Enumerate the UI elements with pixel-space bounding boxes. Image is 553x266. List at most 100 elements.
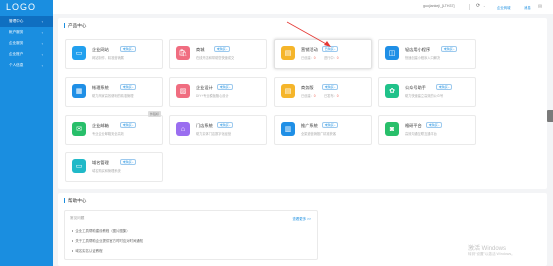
sidebar-item-enterprise-account[interactable]: 企业账户 ‹ [0, 49, 53, 60]
domain-icon: ▭ [72, 159, 86, 173]
panel-title: 帮助中心 [64, 198, 86, 203]
stat-created: 已创建：0 [301, 94, 316, 98]
panel-title: 产品中心 [64, 23, 86, 28]
sidebar-nav: 管理中心 ‹ 帐户服务 ‹ 企业服务 ‹ 企业账户 ‹ 个人信息 ‹ [0, 16, 53, 71]
product-desc: 助力快速建立高效的公众号 [405, 94, 444, 98]
status-badge[interactable]: 未购买 › [322, 84, 339, 91]
corner-label: 外链标 [147, 111, 161, 117]
activation-watermark-sub: 转到“设置”以激活 Windows。 [468, 252, 515, 256]
product-desc: 快速创建小程序入口解决 [405, 56, 441, 60]
product-name: 公众号助手 [405, 84, 426, 90]
business-icon: ▤ [281, 84, 295, 98]
stat-running: 进行中：0 [324, 56, 339, 60]
product-card-design[interactable]: ▨ 企业设计 未购买 › DIY+专业模板随心设计 [169, 77, 267, 107]
design-icon: ▨ [176, 84, 190, 98]
product-card-website[interactable]: ▭ 企业网站 未购买 › 网站制作、精准营销展 [65, 39, 163, 69]
chevron-icon: ‹ [41, 30, 43, 35]
platform-icon: ◙ [385, 122, 399, 136]
product-name: 门店系统 [196, 122, 213, 128]
product-name: 格研平台 [405, 122, 422, 128]
side-float-tab[interactable] [547, 110, 553, 122]
status-badge[interactable]: 未购买 › [120, 84, 137, 91]
shopping-bag-icon: 🛍 [176, 46, 190, 60]
status-badge[interactable]: 未购买 › [436, 84, 453, 91]
product-card-email[interactable]: 外链标 ✉ 企业邮箱 未购买 › 专业企业邮箱安全高效 [65, 111, 163, 145]
product-desc: 网站制作、精准营销展 [92, 56, 124, 60]
product-name: 营销活动 [301, 46, 318, 52]
product-desc: 域名购买和管理系统 [92, 169, 121, 173]
product-name: 企业网站 [92, 46, 109, 52]
activation-watermark: 激活 Windows [468, 246, 507, 252]
refresh-icon[interactable]: ⟳ [476, 3, 480, 9]
product-card-promotion[interactable]: ▥ 推广系统 未购买 › 全渠道营销推广精准获客 [274, 115, 372, 145]
sidebar-item-account-service[interactable]: 帐户服务 ‹ [0, 27, 53, 38]
logo: LOGO [6, 2, 37, 12]
mini-program-icon: ◫ [385, 46, 399, 60]
sidebar-item-personal-info[interactable]: 个人信息 ‹ [0, 60, 53, 71]
official-account-icon: ✿ [385, 84, 399, 98]
product-card-platform[interactable]: ◙ 格研平台 未购买 › 高效沟通互联互通平台 [378, 115, 476, 145]
product-card-mall[interactable]: 🛍 商城 未购买 › 在线开店和帮助您快速成交 [169, 39, 267, 69]
stat-published: 已发布：0 [324, 94, 339, 98]
status-badge[interactable]: 未购买 › [120, 46, 137, 53]
product-desc: 助力实体门店数字化经营 [196, 132, 232, 136]
product-name: 域名管理 [92, 159, 109, 165]
product-desc: 高效沟通互联互通平台 [405, 132, 437, 136]
sidebar-item-label: 个人信息 [9, 63, 24, 67]
marketing-icon: ▤ [281, 46, 295, 60]
chevron-down-icon[interactable]: ⌄ [483, 4, 486, 8]
faq-heading: 常见问题 [70, 216, 85, 220]
product-card-official-account[interactable]: ✿ 公众号助手 未购买 › 助力快速建立高效的公众号 [378, 77, 476, 107]
chevron-icon: ‹ [41, 19, 43, 24]
promotion-icon: ▥ [281, 122, 295, 136]
faq-item[interactable]: 关于工具帮助企业提供官方时时应对时间通知 [72, 238, 143, 243]
product-card-mini-program[interactable]: ◫ 轻店用小程序 未购买 › 快速创建小程序入口解决 [378, 39, 476, 69]
product-name: 轻店用小程序 [405, 46, 431, 52]
user-account[interactable]: guojiankeji_[LTH37] [423, 4, 455, 8]
bullet-icon [72, 240, 74, 242]
status-badge[interactable]: 未购买 › [441, 46, 458, 53]
sidebar-item-management-center[interactable]: 管理中心 ‹ [0, 16, 53, 27]
stat-created: 已创建：0 [301, 56, 316, 60]
product-desc: 在线开店和帮助您快速成交 [196, 56, 235, 60]
email-icon: ✉ [72, 122, 86, 136]
mail-icon[interactable]: ✉ [538, 4, 542, 10]
status-badge[interactable]: 未购买 › [217, 84, 234, 91]
faq-box: 常见问题 查看更多 >> 企业工具帮助建设教程（图片图集） 关于工具帮助企业提供… [64, 210, 318, 260]
product-name: 商务版 [301, 84, 314, 90]
status-badge[interactable]: 未购买 › [217, 122, 234, 129]
product-card-domain[interactable]: ▭ 域名管理 未购买 › 域名购买和管理系统 [65, 152, 163, 182]
status-badge[interactable]: 已购买 › [322, 46, 339, 53]
product-desc: 专业企业邮箱安全高效 [92, 132, 124, 136]
faq-item[interactable]: 企业工具帮助建设教程（图片图集） [72, 228, 130, 233]
sidebar: LOGO 管理中心 ‹ 帐户服务 ‹ 企业服务 ‹ 企业账户 ‹ 个人信息 ‹ [0, 0, 53, 266]
status-badge[interactable]: 未购买 › [426, 122, 443, 129]
product-desc: 助力商家高效便利的精准管理 [92, 94, 134, 98]
accounting-icon: ▦ [72, 84, 86, 98]
divider [469, 4, 470, 10]
product-desc: 全渠道营销推广精准获客 [301, 132, 337, 136]
product-name: 帐理系统 [92, 84, 109, 90]
product-card-store[interactable]: ⌂ 门店系统 未购买 › 助力实体门店数字化经营 [169, 115, 267, 145]
status-badge[interactable]: 未购买 › [214, 46, 231, 53]
mall-link[interactable]: 企业商城 [497, 5, 511, 10]
status-badge[interactable]: 未购买 › [120, 159, 137, 166]
bullet-icon [72, 230, 74, 232]
bullet-icon [72, 250, 74, 252]
sidebar-item-label: 管理中心 [9, 19, 24, 23]
sidebar-item-enterprise-service[interactable]: 企业服务 ‹ [0, 38, 53, 49]
faq-item[interactable]: 域名实名认证教程 [72, 248, 103, 253]
product-name: 企业邮箱 [92, 122, 109, 128]
sidebar-item-label: 帐户服务 [9, 30, 24, 34]
product-card-business[interactable]: ▤ 商务版 未购买 › 已创建：0 已发布：0 [274, 77, 372, 107]
view-more-link[interactable]: 查看更多 >> [293, 216, 311, 221]
chevron-icon: ‹ [41, 41, 43, 46]
product-name: 商城 [196, 46, 205, 52]
sidebar-item-label: 企业账户 [9, 52, 24, 56]
product-card-accounting[interactable]: ▦ 帐理系统 未购买 › 助力商家高效便利的精准管理 [65, 77, 163, 107]
status-badge[interactable]: 未购买 › [322, 122, 339, 129]
status-badge[interactable]: 未购买 › [120, 122, 137, 129]
product-card-marketing[interactable]: ▤ 营销活动 已购买 › 已创建：0 进行中：0 [274, 39, 372, 69]
messages-link[interactable]: 消息 [524, 5, 531, 10]
sidebar-item-label: 企业服务 [9, 41, 24, 45]
